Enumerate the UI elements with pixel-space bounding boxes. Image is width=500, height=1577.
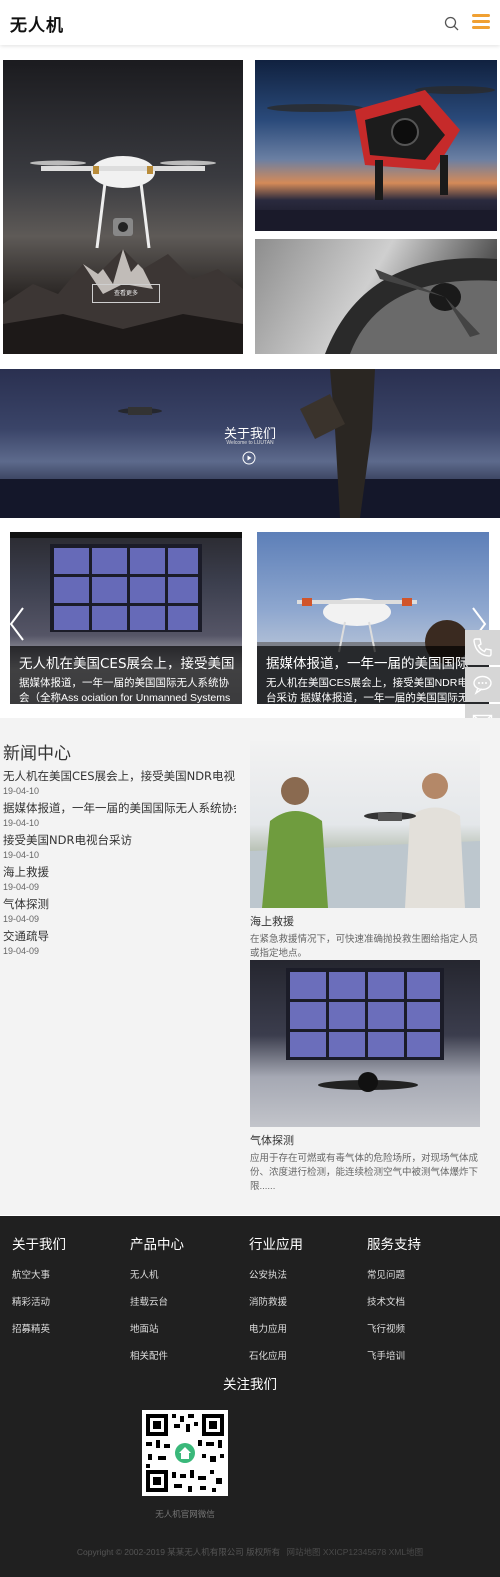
slide-description: 据媒体报道，一年一届的美国国际无人系统协会（全称Ass ociation for… [19, 677, 231, 704]
list-item[interactable]: 气体探测 19-04-09 [3, 896, 236, 928]
slide-item[interactable]: 据媒体报道，一年一届的美国国际 无人机在美国CES展会上，接受美国NDR电视台采… [257, 532, 489, 704]
copyright-label: Copyright © 2002-2019 某某无人机有限公司 版权所有 [76, 1547, 281, 1557]
list-item[interactable]: 海上救援 19-04-09 [3, 864, 236, 896]
news-item-title[interactable]: 海上救援 [3, 864, 236, 880]
qr-caption: 无人机官网微信 [155, 1509, 215, 1519]
news-item-title[interactable]: 交通疏导 [3, 928, 236, 944]
footer-link[interactable]: 飞手培训 [367, 1348, 477, 1362]
slide-item[interactable]: 无人机在美国CES展会上，接受美国 据媒体报道，一年一届的美国国际无人系统协会（… [10, 532, 242, 704]
copyright-text: Copyright © 2002-2019 某某无人机有限公司 版权所有 网站地… [0, 1546, 500, 1558]
slide-caption: 据媒体报道，一年一届的美国国际 无人机在美国CES展会上，接受美国NDR电视台采… [257, 646, 489, 704]
wechat-qr-code [142, 1410, 228, 1496]
news-card[interactable]: 海上救援 在紧急救援情况下，可快速准确抛投救生圈给指定人员或指定地点。 [250, 741, 480, 961]
footer-column-title[interactable]: 产品中心 [130, 1233, 240, 1253]
news-card-image [250, 741, 480, 908]
footer-link[interactable]: 精彩活动 [12, 1294, 122, 1308]
phone-icon [473, 638, 492, 657]
list-item[interactable]: 交通疏导 19-04-09 [3, 928, 236, 960]
news-item-title[interactable]: 气体探测 [3, 896, 236, 912]
footer-link[interactable]: 公安执法 [249, 1267, 359, 1281]
news-slider: 无人机在美国CES展会上，接受美国 据媒体报道，一年一届的美国国际无人系统协会（… [0, 518, 500, 718]
news-card-title[interactable]: 海上救援 [250, 913, 480, 929]
news-card-title[interactable]: 气体探测 [250, 1132, 480, 1148]
news-item-date: 19-04-10 [3, 818, 40, 828]
footer-link[interactable]: 常见问题 [367, 1267, 477, 1281]
control-room-image [286, 968, 444, 1092]
site-logo[interactable]: 无人机 [10, 11, 64, 36]
hamburger-menu-icon[interactable] [472, 14, 490, 30]
footer-link[interactable]: 无人机 [130, 1267, 240, 1281]
hero-banner-drone[interactable]: 查看更多 [3, 60, 243, 354]
footer-column-title[interactable]: 服务支持 [367, 1233, 477, 1253]
news-item-date: 19-04-09 [3, 882, 40, 892]
chat-button[interactable] [465, 667, 500, 702]
footer-column-title[interactable]: 行业应用 [249, 1233, 359, 1253]
slide-title[interactable]: 无人机在美国CES展会上，接受美国 [19, 652, 234, 672]
top-header: 无人机 [0, 0, 500, 45]
icp-links[interactable]: 网站地图 XXICP12345678 XML地图 [287, 1547, 424, 1557]
news-card-description: 应用于存在可燃或有毒气体的危险场所，对现场气体成份、浓度进行检测，能连续检测空气… [250, 1153, 479, 1192]
footer-link[interactable]: 地面站 [130, 1321, 240, 1335]
news-card-image [250, 960, 480, 1127]
footer-link[interactable]: 消防救援 [249, 1294, 359, 1308]
footer-column: 行业应用 公安执法 消防救援 电力应用 石化应用 [249, 1233, 359, 1362]
hero-banner-propeller[interactable] [255, 239, 497, 354]
phone-button[interactable] [465, 630, 500, 665]
list-item[interactable]: 据媒体报道，一年一届的美国国际无人系统协会 19-04-10 [3, 800, 236, 832]
news-card-description: 在紧急救援情况下，可快速准确抛投救生圈给指定人员或指定地点。 [250, 934, 479, 959]
footer-column-title[interactable]: 关于我们 [12, 1233, 122, 1253]
news-item-date: 19-04-10 [3, 850, 40, 860]
news-list: 无人机在美国CES展会上，接受美国NDR电视台采访 19-04-10 据媒体报道… [3, 768, 236, 960]
news-center: 新闻中心 无人机在美国CES展会上，接受美国NDR电视台采访 19-04-10 … [0, 718, 500, 1215]
red-drone-image [255, 86, 497, 231]
news-item-date: 19-04-09 [3, 914, 40, 924]
footer-link[interactable]: 电力应用 [249, 1321, 359, 1335]
footer-link[interactable]: 航空大事 [12, 1267, 122, 1281]
search-icon[interactable] [444, 16, 459, 31]
chat-bubble-icon [473, 675, 492, 695]
footer-link[interactable]: 石化应用 [249, 1348, 359, 1362]
white-drone-image [30, 156, 216, 249]
about-us-banner[interactable]: 关于我们 Welcome to LUUTAN [0, 369, 500, 518]
site-footer: 关于我们 航空大事 精彩活动 招募精英 产品中心 无人机 挂载云台 地面站 相关… [0, 1216, 500, 1577]
news-section-title: 新闻中心 [3, 744, 71, 764]
list-item[interactable]: 无人机在美国CES展会上，接受美国NDR电视台采访 19-04-10 [3, 768, 236, 800]
news-item-title[interactable]: 据媒体报道，一年一届的美国国际无人系统协会 [3, 800, 236, 816]
footer-column: 关于我们 航空大事 精彩活动 招募精英 [12, 1233, 122, 1335]
page: 无人机 查看更多 关于我们 Welcome to LUUTAN 无人机在美国CE… [0, 0, 500, 1577]
news-item-date: 19-04-10 [3, 786, 40, 796]
chevron-left-icon[interactable] [8, 606, 26, 642]
footer-link[interactable]: 飞行视频 [367, 1321, 477, 1335]
footer-link[interactable]: 招募精英 [12, 1321, 122, 1335]
view-more-button[interactable]: 查看更多 [92, 284, 160, 303]
list-item[interactable]: 接受美国NDR电视台采访 19-04-10 [3, 832, 236, 864]
slide-description: 无人机在美国CES展会上，接受美国NDR电视台采访 据媒体报道，一年一届的美国国… [266, 677, 479, 704]
slide-title[interactable]: 据媒体报道，一年一届的美国国际 [266, 652, 481, 672]
footer-link[interactable]: 相关配件 [130, 1348, 240, 1362]
qr-code-image [146, 1414, 224, 1492]
about-subtitle: Welcome to LUUTAN [226, 440, 274, 446]
footer-column: 产品中心 无人机 挂载云台 地面站 相关配件 [130, 1233, 240, 1362]
hero-banner-red-drone[interactable] [255, 60, 497, 231]
news-item-title[interactable]: 无人机在美国CES展会上，接受美国NDR电视台采访 [3, 768, 236, 784]
propeller-image [325, 258, 497, 354]
footer-link[interactable]: 技术文档 [367, 1294, 477, 1308]
slide-caption: 无人机在美国CES展会上，接受美国 据媒体报道，一年一届的美国国际无人系统协会（… [10, 646, 242, 704]
rescue-people-image [250, 773, 480, 908]
footer-column: 服务支持 常见问题 技术文档 飞行视频 飞手培训 [367, 1233, 477, 1362]
news-item-title[interactable]: 接受美国NDR电视台采访 [3, 832, 236, 848]
play-icon[interactable] [242, 451, 256, 465]
footer-link[interactable]: 挂载云台 [130, 1294, 240, 1308]
news-card[interactable]: 气体探测 应用于存在可燃或有毒气体的危险场所，对现场气体成份、浓度进行检测，能连… [250, 960, 480, 1194]
news-item-date: 19-04-09 [3, 946, 40, 956]
follow-us-title: 关注我们 [223, 1377, 277, 1393]
